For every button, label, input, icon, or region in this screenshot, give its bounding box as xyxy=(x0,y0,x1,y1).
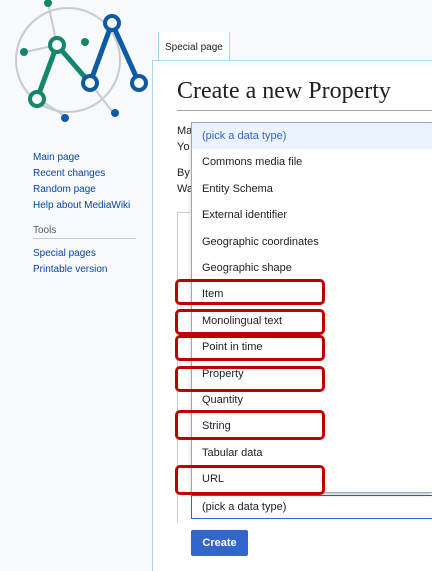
dropdown-option[interactable]: Geographic shape xyxy=(192,255,432,281)
sidebar-link-help[interactable]: Help about MediaWiki xyxy=(33,198,130,214)
dropdown-option[interactable]: Tabular data xyxy=(192,440,432,466)
wiki-logo[interactable] xyxy=(10,0,150,125)
highlight-box-point-in-time xyxy=(175,335,325,361)
dropdown-option[interactable]: External identifier xyxy=(192,202,432,228)
intro-text-clipped: Ma xyxy=(177,125,193,137)
tab-special-page[interactable]: Special page xyxy=(158,32,230,60)
intro-text-clipped: Yo xyxy=(177,141,190,153)
title-divider xyxy=(177,110,432,111)
sidebar-link-printable-version[interactable]: Printable version xyxy=(33,262,107,278)
highlight-box-item xyxy=(175,279,325,305)
dropdown-option[interactable]: Geographic coordinates xyxy=(192,229,432,255)
highlight-box-string xyxy=(175,410,325,440)
sidebar-link-special-pages[interactable]: Special pages xyxy=(33,246,107,262)
sidebar-tools: Special pages Printable version xyxy=(33,246,107,278)
intro-text-clipped: By xyxy=(177,167,190,179)
sidebar-link-recent-changes[interactable]: Recent changes xyxy=(33,166,130,182)
page-title: Create a new Property xyxy=(177,78,391,104)
sidebar-tools-heading: Tools xyxy=(33,225,136,239)
sidebar-link-main-page[interactable]: Main page xyxy=(33,150,130,166)
sidebar-navigation: Main page Recent changes Random page Hel… xyxy=(33,150,130,214)
create-button[interactable]: Create xyxy=(191,530,248,556)
sidebar-link-random-page[interactable]: Random page xyxy=(33,182,130,198)
highlight-box-url xyxy=(175,465,325,495)
dropdown-option[interactable]: Entity Schema xyxy=(192,176,432,202)
highlight-box-monolingual-text xyxy=(175,309,325,335)
datatype-select[interactable]: (pick a data type) xyxy=(191,495,432,519)
highlight-box-property xyxy=(175,366,325,392)
dropdown-option[interactable]: (pick a data type) xyxy=(192,123,432,150)
dropdown-option[interactable]: Commons media file xyxy=(192,149,432,175)
